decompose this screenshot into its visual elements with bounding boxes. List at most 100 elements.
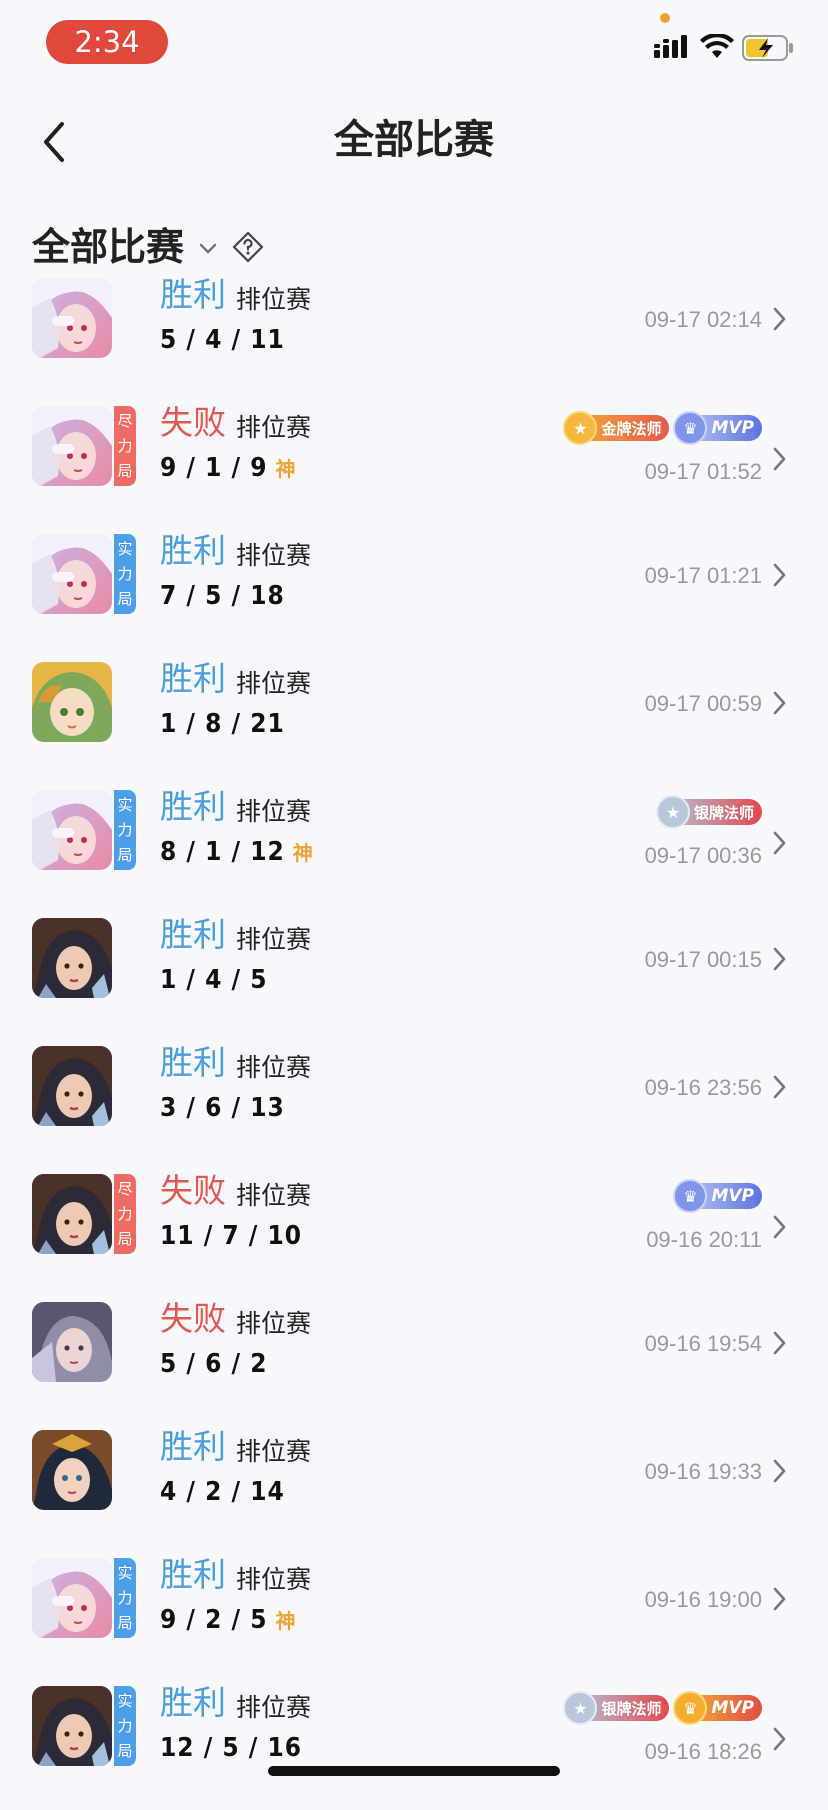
match-time: 09-17 00:36 — [644, 843, 762, 868]
gold-medal-badge: ★ 金牌法师 — [563, 411, 670, 445]
match-filter-dropdown[interactable]: 全部比赛 — [32, 222, 264, 272]
match-result: 胜利 — [160, 659, 226, 698]
tag-char: 实 — [117, 1563, 133, 1582]
match-row[interactable]: 胜利 排位赛 1 / 8 / 21 09-17 00:59 — [0, 658, 828, 786]
silver-medal-badge: ★ 银牌法师 — [655, 795, 762, 829]
star-medal-icon: ★ — [655, 795, 690, 829]
tag-char: 局 — [117, 1741, 133, 1760]
match-time: 09-17 00:15 — [644, 947, 762, 972]
hero-avatar-group — [32, 1302, 112, 1382]
help-icon[interactable] — [232, 231, 264, 263]
match-row[interactable]: 实力局 胜利 排位赛 8 / 1 / 12 神 ★ 银牌法师 09-17 00:36 — [0, 786, 828, 914]
match-mode: 排位赛 — [236, 669, 312, 698]
god-mark: 神 — [292, 841, 314, 865]
match-row[interactable]: 尽力局失败 排位赛 9 / 1 / 9 神 ★ 金牌法师 ♛ MVP 09-17 01:52 — [0, 402, 828, 530]
tag-char: 力 — [117, 1588, 133, 1607]
tag-char: 力 — [117, 1204, 133, 1223]
match-row[interactable]: 失败 排位赛 5 / 6 / 2 09-16 19:54 — [0, 1298, 828, 1426]
match-time: 09-16 19:54 — [644, 1331, 762, 1356]
god-mark: 神 — [275, 1609, 297, 1633]
match-type-tag: 尽力局 — [114, 1174, 136, 1254]
match-time: 09-16 20:11 — [646, 1227, 762, 1252]
kda-value: 3 / 6 / 13 — [160, 1093, 285, 1123]
badge-label: 银牌法师 — [693, 803, 754, 822]
hero-avatar — [32, 1046, 112, 1126]
match-type-tag: 实力局 — [114, 790, 136, 870]
match-row[interactable]: 胜利 排位赛 3 / 6 / 13 09-16 23:56 — [0, 1042, 828, 1170]
kda-value: 9 / 2 / 5 — [160, 1605, 268, 1635]
hero-avatar — [32, 918, 112, 998]
kda-score: 7 / 5 / 18 — [160, 576, 285, 616]
badge-label: MVP — [711, 1698, 754, 1718]
chevron-right-icon — [773, 447, 786, 471]
chevron-right-icon — [773, 831, 786, 855]
match-result: 失败 — [160, 1171, 226, 1210]
chevron-right-icon — [773, 307, 786, 331]
hero-avatar — [32, 406, 112, 486]
match-mode: 排位赛 — [236, 1053, 312, 1082]
hero-avatar-group: 尽力局 — [32, 406, 136, 486]
match-result: 失败 — [160, 1299, 226, 1338]
tag-char: 力 — [117, 820, 133, 839]
tag-char: 力 — [117, 1716, 133, 1735]
mvp-badge: ♛ MVP — [673, 1179, 762, 1213]
chevron-right-icon — [773, 1331, 786, 1355]
match-list: 胜利 排位赛 5 / 4 / 11 09-17 02:14 尽力局失败 排位赛 9 / 1 … — [0, 274, 828, 1810]
tag-char: 力 — [117, 564, 133, 583]
trophy-icon: ♛ — [673, 1691, 708, 1725]
match-row[interactable]: 胜利 排位赛 1 / 4 / 5 09-17 00:15 — [0, 914, 828, 1042]
match-row[interactable]: 实力局 胜利 排位赛 7 / 5 / 18 09-17 01:21 — [0, 530, 828, 658]
match-mode: 排位赛 — [236, 541, 312, 570]
match-row[interactable]: 实力局 胜利 排位赛 9 / 2 / 5 神 09-16 19:00 — [0, 1554, 828, 1682]
star-medal-icon: ★ — [563, 411, 598, 445]
match-row[interactable]: 胜利 排位赛 5 / 4 / 11 09-17 02:14 — [0, 274, 828, 402]
hero-avatar — [32, 1686, 112, 1766]
hero-avatar-group — [32, 278, 112, 358]
badge-label: 银牌法师 — [601, 1699, 662, 1718]
match-mode: 排位赛 — [236, 285, 312, 314]
kda-value: 4 / 2 / 14 — [160, 1477, 285, 1507]
hero-avatar — [32, 1174, 112, 1254]
kda-score: 8 / 1 / 12 神 — [160, 832, 314, 873]
match-row[interactable]: 胜利 排位赛 4 / 2 / 14 09-16 19:33 — [0, 1426, 828, 1554]
match-result: 失败 — [160, 403, 226, 442]
star-medal-icon: ★ — [563, 1691, 598, 1725]
match-row[interactable]: 尽力局 失败 排位赛 11 / 7 / 10 ♛ MVP 09-16 20:11 — [0, 1170, 828, 1298]
chevron-right-icon — [773, 563, 786, 587]
match-time: 09-16 19:00 — [644, 1587, 762, 1612]
match-result: 胜利 — [160, 1043, 226, 1082]
trophy-icon: ♛ — [673, 1179, 708, 1213]
match-type-tag: 尽力局 — [114, 406, 136, 486]
kda-score: 12 / 5 / 16 — [160, 1728, 302, 1768]
tag-char: 实 — [117, 795, 133, 814]
hero-avatar-group: 尽力局 — [32, 1174, 136, 1254]
match-result: 胜利 — [160, 1683, 226, 1722]
home-indicator — [268, 1766, 560, 1776]
kda-value: 1 / 8 / 21 — [160, 709, 285, 739]
kda-score: 3 / 6 / 13 — [160, 1088, 285, 1128]
chevron-right-icon — [773, 1727, 786, 1751]
match-result: 胜利 — [160, 275, 226, 314]
hero-avatar — [32, 534, 112, 614]
badge-label: 金牌法师 — [601, 419, 662, 438]
tag-char: 局 — [117, 1613, 133, 1632]
match-mode: 排位赛 — [236, 797, 312, 826]
match-row[interactable]: 实力局胜利 排位赛 12 / 5 / 16 ★ 银牌法师 ♛ MVP 09-16 18:26 — [0, 1682, 828, 1810]
match-mode: 排位赛 — [236, 1565, 312, 1594]
chevron-right-icon — [773, 1459, 786, 1483]
status-bar: 2:34 — [0, 0, 828, 90]
badge-label: MVP — [711, 418, 754, 438]
hero-avatar — [32, 278, 112, 358]
silver-medal-badge: ★ 银牌法师 — [563, 1691, 670, 1725]
match-time: 09-17 01:52 — [644, 459, 762, 484]
hero-avatar-group — [32, 918, 112, 998]
tag-char: 尽 — [117, 1179, 133, 1198]
match-result: 胜利 — [160, 1555, 226, 1594]
match-time: 09-17 02:14 — [644, 307, 762, 332]
chevron-right-icon — [773, 947, 786, 971]
chevron-right-icon — [773, 691, 786, 715]
mvp-badge: ♛ MVP — [673, 1691, 762, 1725]
match-mode: 排位赛 — [236, 1309, 312, 1338]
tag-char: 尽 — [117, 411, 133, 430]
match-mode: 排位赛 — [236, 413, 312, 442]
